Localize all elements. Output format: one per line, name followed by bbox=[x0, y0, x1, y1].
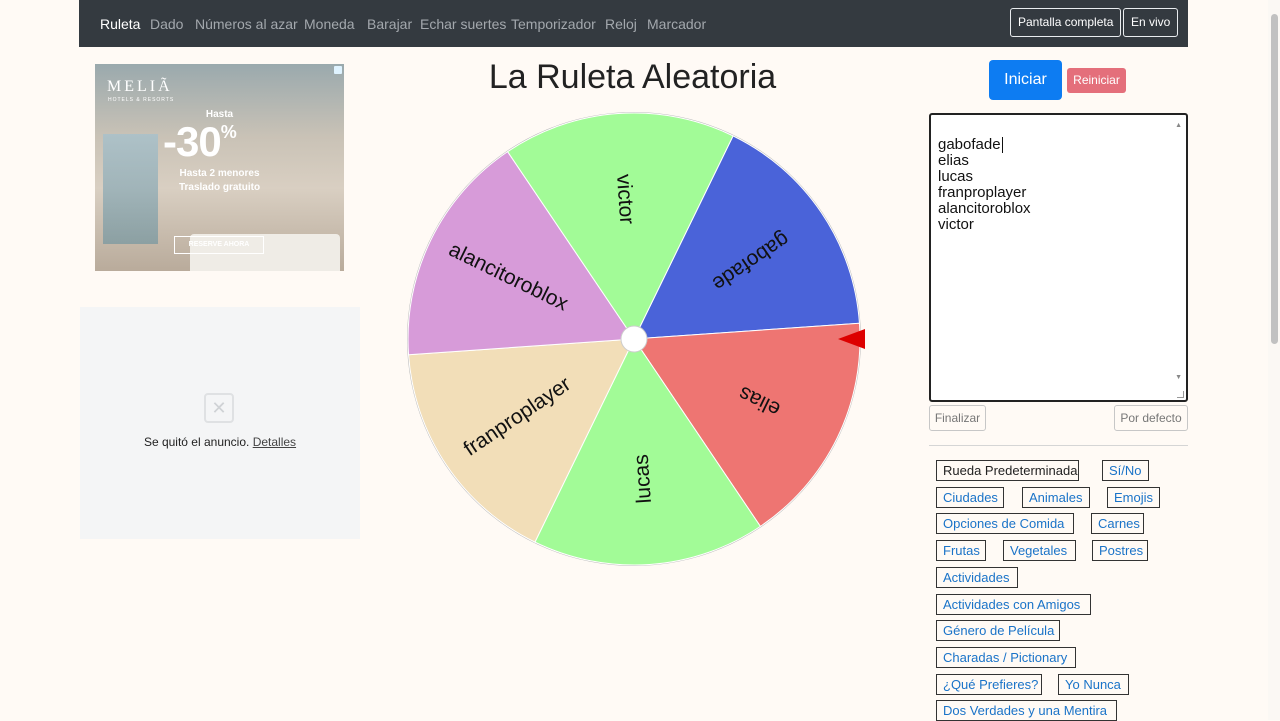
name-entry: gabofade bbox=[938, 136, 1003, 153]
ad-discount-percent: % bbox=[220, 122, 237, 142]
scrollbar-thumb[interactable] bbox=[1271, 14, 1278, 344]
names-textarea[interactable]: ▲ gabofade elias lucas franproplayer alancit… bbox=[929, 113, 1188, 402]
preset-button[interactable]: Carnes bbox=[1091, 513, 1144, 535]
live-button[interactable]: En vivo bbox=[1123, 8, 1179, 37]
preset-button[interactable]: Rueda Predeterminada bbox=[936, 460, 1079, 481]
preset-button[interactable]: Género de Película bbox=[936, 620, 1060, 642]
ad-logo: MELIÃ bbox=[107, 78, 173, 95]
adchoices-icon[interactable] bbox=[334, 66, 342, 74]
preset-button[interactable]: Ciudades bbox=[936, 486, 1004, 508]
name-entry: elias bbox=[938, 152, 969, 169]
ad-discount: -30% bbox=[163, 118, 237, 166]
name-entry: lucas bbox=[938, 168, 974, 185]
nav-link-moneda[interactable]: Moneda bbox=[304, 16, 355, 32]
nav-link-temporizador[interactable]: Temporizador bbox=[511, 16, 596, 32]
preset-button[interactable]: Dos Verdades y una Mentira bbox=[936, 700, 1117, 721]
page-scrollbar[interactable] bbox=[1268, 0, 1280, 720]
name-entry: alancitoroblox bbox=[938, 200, 1031, 217]
preset-button[interactable]: Yo Nunca bbox=[1058, 673, 1129, 695]
spin-wheel[interactable]: gabofadeeliaslucasfranproplayeralancitor… bbox=[405, 110, 865, 570]
removed-ad-icon: ✕ bbox=[204, 393, 234, 423]
removed-ad-placeholder: ✕ Se quitó el anuncio. Detalles bbox=[80, 307, 360, 539]
preset-button[interactable]: Animales bbox=[1022, 486, 1090, 508]
wheel-center-hub bbox=[620, 325, 648, 353]
nav-link-marcador[interactable]: Marcador bbox=[647, 16, 706, 32]
default-button[interactable]: Por defecto bbox=[1114, 405, 1188, 431]
reset-button[interactable]: Reiniciar bbox=[1067, 68, 1126, 93]
nav-link-numeros[interactable]: Números al azar bbox=[195, 16, 298, 32]
nav-link-ruleta[interactable]: Ruleta bbox=[100, 16, 140, 32]
removed-ad-message: Se quitó el anuncio. Detalles bbox=[80, 435, 360, 449]
nav-link-echar-suertes[interactable]: Echar suertes bbox=[420, 16, 506, 32]
ad-line-2: Traslado gratuito bbox=[178, 182, 261, 193]
wheel-label: lucas bbox=[630, 454, 656, 505]
scroll-up-icon[interactable]: ▲ bbox=[1175, 118, 1182, 134]
nav-link-reloj[interactable]: Reloj bbox=[605, 16, 637, 32]
fullscreen-button[interactable]: Pantalla completa bbox=[1010, 8, 1122, 37]
ad-discount-value: -30 bbox=[163, 118, 222, 165]
preset-button[interactable]: Postres bbox=[1092, 540, 1148, 562]
divider bbox=[929, 445, 1188, 446]
name-entry: franproplayer bbox=[938, 184, 1027, 201]
preset-button[interactable]: Frutas bbox=[936, 540, 986, 562]
nav-link-barajar[interactable]: Barajar bbox=[367, 16, 412, 32]
name-entry: victor bbox=[938, 216, 974, 233]
resize-grip-icon[interactable] bbox=[1177, 391, 1184, 398]
ad-cta-button[interactable]: RESERVE AHORA bbox=[174, 236, 264, 254]
finish-button[interactable]: Finalizar bbox=[929, 405, 986, 431]
preset-button[interactable]: Actividades con Amigos bbox=[936, 593, 1091, 615]
preset-button[interactable]: Actividades bbox=[936, 566, 1018, 588]
ad-logo-sub: HOTELS & RESORTS bbox=[108, 97, 175, 103]
top-navbar: Ruleta Dado Números al azar Moneda Baraj… bbox=[79, 0, 1188, 47]
page-title: La Ruleta Aleatoria bbox=[488, 58, 777, 96]
preset-button[interactable]: Opciones de Comida bbox=[936, 513, 1074, 535]
removed-ad-details-link[interactable]: Detalles bbox=[253, 435, 296, 449]
scroll-down-icon[interactable]: ▼ bbox=[1175, 370, 1182, 386]
nav-link-dado[interactable]: Dado bbox=[150, 16, 183, 32]
ad-line-1: Hasta 2 menores bbox=[179, 168, 260, 179]
preset-button[interactable]: Charadas / Pictionary bbox=[936, 646, 1076, 668]
preset-button[interactable]: Emojis bbox=[1107, 486, 1160, 508]
preset-button[interactable]: Vegetales bbox=[1003, 540, 1076, 562]
advertisement-melia[interactable]: MELIÃ HOTELS & RESORTS Hasta -30% Hasta … bbox=[95, 64, 344, 271]
preset-button[interactable]: ¿Qué Prefieres? bbox=[936, 673, 1042, 695]
removed-ad-text: Se quitó el anuncio. bbox=[143, 435, 250, 449]
wheel-label: victor bbox=[612, 173, 638, 225]
preset-button[interactable]: Sí/No bbox=[1102, 460, 1149, 481]
names-list: gabofade elias lucas franproplayer alancitor… bbox=[938, 137, 1186, 233]
start-button[interactable]: Iniciar bbox=[989, 60, 1062, 100]
